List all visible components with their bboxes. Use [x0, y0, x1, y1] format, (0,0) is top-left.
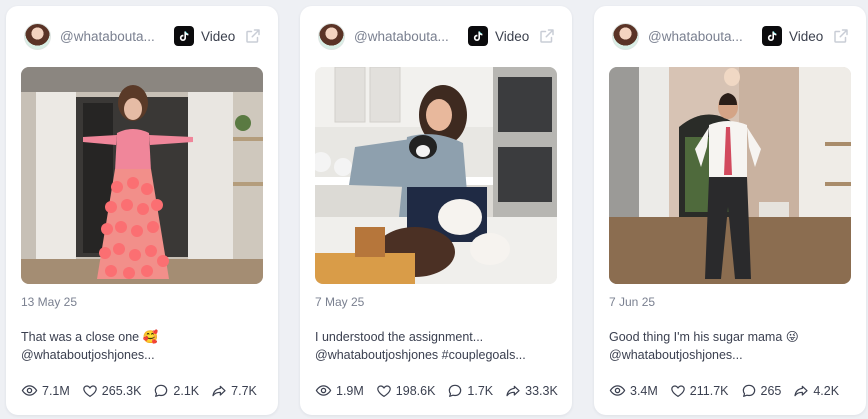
- tiktok-icon: [762, 26, 782, 46]
- views-stat: 3.4M: [609, 382, 658, 399]
- card-header: @whatabouta... Video: [612, 22, 854, 50]
- likes-count: 211.7K: [689, 383, 729, 398]
- engagement-stats: 7.1M 265.3K 2.1K 7.7K: [21, 382, 269, 399]
- comments-stat: 1.7K: [447, 383, 493, 399]
- comment-icon: [155, 384, 168, 397]
- account-handle[interactable]: @whatabouta...: [354, 29, 456, 44]
- likes-stat: 198.6K: [376, 383, 436, 399]
- account-handle[interactable]: @whatabouta...: [648, 29, 750, 44]
- eye-icon: [315, 385, 332, 396]
- shares-count: 33.3K: [525, 383, 558, 398]
- heart-icon: [671, 384, 685, 397]
- video-thumbnail[interactable]: [21, 67, 263, 284]
- post-card[interactable]: @whatabouta... Video: [594, 6, 866, 415]
- external-link-icon[interactable]: [244, 27, 262, 45]
- share-icon: [506, 385, 520, 396]
- platform-label: Video: [495, 28, 530, 44]
- eye-icon: [21, 385, 38, 396]
- caption-mention: @whataboutjoshjones #couplegoals...: [315, 348, 526, 362]
- tiktok-icon: [468, 26, 488, 46]
- card-header: @whatabouta... Video: [318, 22, 560, 50]
- avatar[interactable]: [612, 22, 639, 50]
- account-handle[interactable]: @whatabouta...: [60, 29, 162, 44]
- views-count: 7.1M: [42, 383, 70, 398]
- post-caption: I understood the assignment... @whatabou…: [315, 328, 557, 364]
- shares-count: 4.2K: [813, 383, 840, 398]
- shares-stat: 4.2K: [793, 383, 839, 399]
- video-thumbnail[interactable]: [315, 67, 557, 284]
- eye-icon: [609, 385, 626, 396]
- heart-icon: [377, 384, 391, 397]
- post-card[interactable]: @whatabouta... Video: [6, 6, 278, 415]
- shares-stat: 7.7K: [211, 383, 257, 399]
- caption-line: That was a close one 🥰: [21, 330, 159, 344]
- post-date: 7 May 25: [315, 295, 365, 309]
- comments-count: 2.1K: [173, 383, 200, 398]
- views-count: 3.4M: [630, 383, 658, 398]
- post-caption: That was a close one 🥰 @whataboutjoshjon…: [21, 328, 263, 364]
- comments-count: 265: [760, 383, 782, 398]
- comments-stat: 2.1K: [153, 383, 199, 399]
- external-link-icon[interactable]: [832, 27, 850, 45]
- card-header: @whatabouta... Video: [24, 22, 266, 50]
- comment-icon: [742, 384, 755, 397]
- views-stat: 7.1M: [21, 382, 70, 399]
- caption-line: I understood the assignment...: [315, 330, 484, 344]
- avatar[interactable]: [318, 22, 345, 50]
- likes-count: 198.6K: [395, 383, 436, 398]
- external-link-icon[interactable]: [538, 27, 556, 45]
- avatar[interactable]: [24, 22, 51, 50]
- video-thumbnail[interactable]: [609, 67, 851, 284]
- comment-icon: [449, 384, 462, 397]
- comments-stat: 265: [741, 383, 782, 399]
- comments-count: 1.7K: [467, 383, 494, 398]
- caption-line: Good thing I'm his sugar mama 😜: [609, 330, 799, 344]
- platform-label: Video: [789, 28, 824, 44]
- share-icon: [794, 385, 808, 396]
- views-stat: 1.9M: [315, 382, 364, 399]
- post-card[interactable]: @whatabouta... Video: [300, 6, 572, 415]
- heart-icon: [83, 384, 97, 397]
- views-count: 1.9M: [336, 383, 364, 398]
- engagement-stats: 3.4M 211.7K 265 4.2K: [609, 382, 851, 399]
- caption-mention: @whataboutjoshjones...: [21, 348, 155, 362]
- post-caption: Good thing I'm his sugar mama 😜 @whatabo…: [609, 328, 851, 364]
- tiktok-icon: [174, 26, 194, 46]
- platform-label: Video: [201, 28, 236, 44]
- engagement-stats: 1.9M 198.6K 1.7K 33.3K: [315, 382, 570, 399]
- likes-stat: 265.3K: [82, 383, 142, 399]
- post-date: 13 May 25: [21, 295, 78, 309]
- likes-stat: 211.7K: [670, 383, 729, 399]
- shares-stat: 33.3K: [505, 383, 558, 399]
- likes-count: 265.3K: [101, 383, 142, 398]
- share-icon: [212, 385, 226, 396]
- shares-count: 7.7K: [231, 383, 257, 398]
- post-date: 7 Jun 25: [609, 295, 656, 309]
- caption-mention: @whataboutjoshjones...: [609, 348, 743, 362]
